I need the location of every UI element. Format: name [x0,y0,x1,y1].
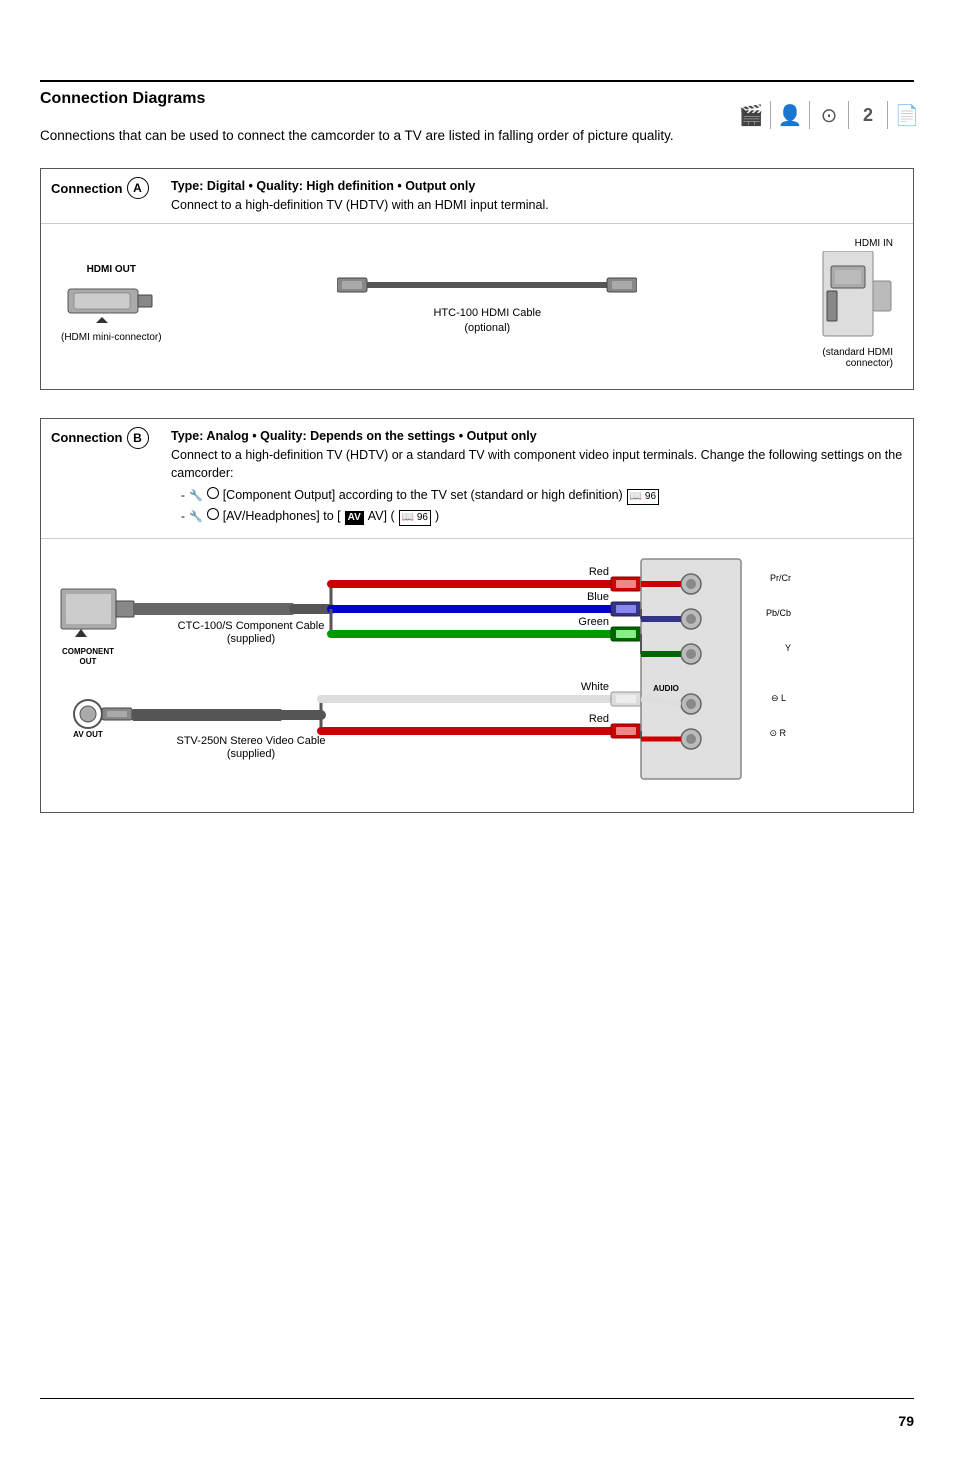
hdmi-cable-label: HTC-100 HDMI Cable (optional) [433,306,541,337]
connection-a-desc: Type: Digital • Quality: High definition… [171,177,549,215]
setting2-ref: 📖 96 [399,510,431,526]
hdmi-in-top-label: HDMI IN [855,238,893,249]
connection-a-box: Connection A Type: Digital • Quality: Hi… [40,168,914,390]
wrench-icon: 🔧 [189,489,203,504]
connection-b-type: Type: Analog • Quality: Depends on the s… [171,429,537,443]
hdmi-mini-connector-svg [66,279,156,324]
connection-a-type: Type: Digital • Quality: High definition… [171,179,475,193]
circle-icon-1 [207,487,219,499]
svg-text:Red: Red [589,713,609,725]
svg-text:⊖ L: ⊖ L [771,693,786,703]
svg-text:AV OUT: AV OUT [73,730,103,739]
svg-text:Blue: Blue [587,591,609,603]
circle-dot-icon: ⊙ [812,98,846,132]
top-icons-bar: 🎬 👤 ⊙ 2 📄 [734,98,924,132]
connection-a-detail: Connect to a high-definition TV (HDTV) w… [171,196,549,215]
hdmi-cable-svg [337,270,637,300]
connection-b-desc: Type: Analog • Quality: Depends on the s… [171,427,903,530]
svg-text:(supplied): (supplied) [227,633,275,645]
number-icon: 2 [851,98,885,132]
diagram-b: COMPONENT OUT AV OUT [41,539,913,812]
connection-a-header: Connection A Type: Digital • Quality: Hi… [41,169,913,224]
connection-a-label: Connection A [51,177,161,199]
hdmi-cable-section: HTC-100 HDMI Cable (optional) [172,270,803,337]
setting2-suffix: AV] ( [368,508,395,526]
people-icon: 👤 [773,98,807,132]
svg-text:Pr/Cr: Pr/Cr [770,573,791,583]
connection-b-header: Connection B Type: Analog • Quality: Dep… [41,419,913,539]
svg-text:Y: Y [785,643,791,653]
hdmi-in-connector-svg [813,251,893,341]
main-content: Connection Diagrams Connections that can… [40,80,914,813]
svg-text:OUT: OUT [80,657,97,666]
wrench-icon-2: 🔧 [189,510,203,525]
setting2-text: [AV/Headphones] to [ [223,508,341,526]
connection-b-label: Connection B [51,427,161,449]
hdmi-out-label: HDMI OUT [87,264,136,275]
connection-b-box: Connection B Type: Analog • Quality: Dep… [40,418,914,813]
svg-text:Green: Green [578,616,609,628]
svg-text:Red: Red [589,566,609,578]
svg-text:(supplied): (supplied) [227,748,275,760]
diagram-b-svg: COMPONENT OUT AV OUT [51,549,891,789]
svg-text:STV-250N Stereo Video Cable: STV-250N Stereo Video Cable [177,735,326,747]
divider-1 [770,101,771,129]
setting-2: - 🔧 [AV/Headphones] to [ AV AV] ( 📖 96 ) [181,508,903,526]
hdmi-mini-connector-label: (HDMI mini-connector) [61,332,162,343]
svg-text:CTC-100/S Component Cable: CTC-100/S Component Cable [178,620,325,632]
connection-b-settings: - 🔧 [Component Output] according to the … [171,487,903,526]
diagram-a: HDMI OUT (HDMI mini-connector) [41,224,913,389]
connection-a-text: Connection [51,181,123,196]
hdmi-out-device: HDMI OUT (HDMI mini-connector) [61,264,162,343]
book-icon: 📄 [890,98,924,132]
connection-b-letter: B [127,427,149,449]
divider-2 [809,101,810,129]
circle-icon-2 [207,508,219,520]
svg-text:⊙ R: ⊙ R [769,728,786,738]
hdmi-in-device: HDMI IN (standard HDMI connector) [813,238,893,369]
svg-text:AUDIO: AUDIO [653,684,679,693]
connection-b-text: Connection [51,430,123,445]
setting1-ref: 📖 96 [627,489,659,505]
svg-text:COMPONENT: COMPONENT [62,647,114,656]
svg-text:White: White [581,681,609,693]
connection-a-letter: A [127,177,149,199]
divider-4 [887,101,888,129]
setting1-text: [Component Output] according to the TV s… [223,487,623,505]
hdmi-in-bottom-label: (standard HDMI connector) [822,347,893,369]
av-badge: AV [345,511,364,525]
setting-1: - 🔧 [Component Output] according to the … [181,487,903,505]
page-number: 79 [898,1413,914,1429]
divider-3 [848,101,849,129]
bottom-rule [40,1398,914,1399]
connection-b-detail1: Connect to a high-definition TV (HDTV) o… [171,446,903,484]
svg-text:Pb/Cb: Pb/Cb [766,608,791,618]
camera-icon: 🎬 [734,98,768,132]
